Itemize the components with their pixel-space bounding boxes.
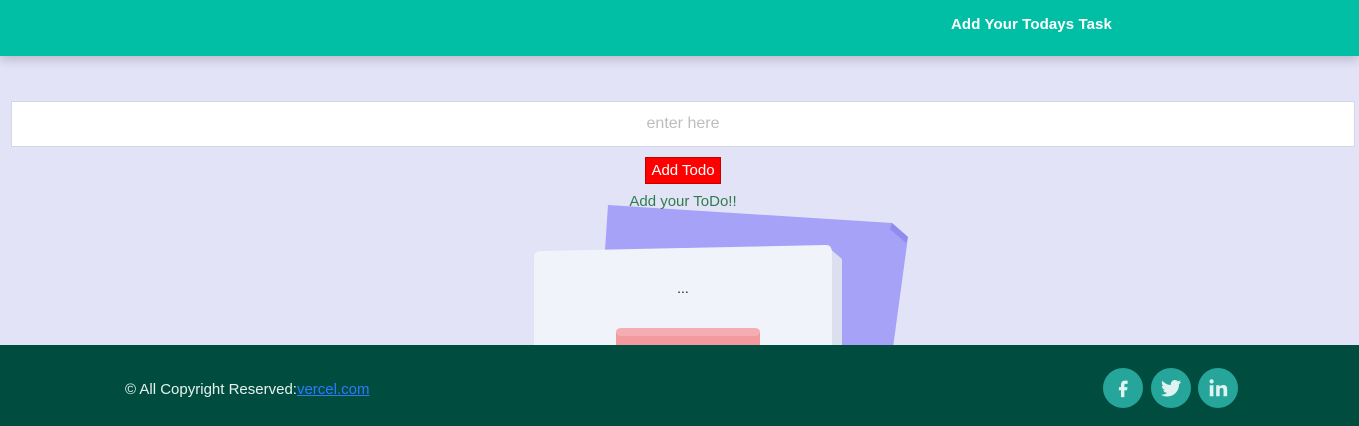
app-header: Add Your Todays Task <box>0 0 1359 56</box>
todo-input[interactable] <box>11 101 1355 147</box>
linkedin-icon[interactable] <box>1198 368 1238 408</box>
illustration-dots: ... <box>677 280 689 296</box>
twitter-icon[interactable] <box>1151 368 1191 408</box>
add-todo-button[interactable]: Add Todo <box>645 157 721 184</box>
app-footer: © All Copyright Reserved:vercel.com <box>0 345 1359 426</box>
empty-list-illustration <box>534 205 908 355</box>
vercel-link[interactable]: vercel.com <box>297 381 370 398</box>
copyright-text: © All Copyright Reserved:vercel.com <box>125 381 370 398</box>
facebook-icon[interactable] <box>1103 368 1143 408</box>
header-title: Add Your Todays Task <box>951 16 1112 33</box>
copyright-label: © All Copyright Reserved: <box>125 381 297 398</box>
empty-todo-message: Add your ToDo!! <box>629 193 737 210</box>
